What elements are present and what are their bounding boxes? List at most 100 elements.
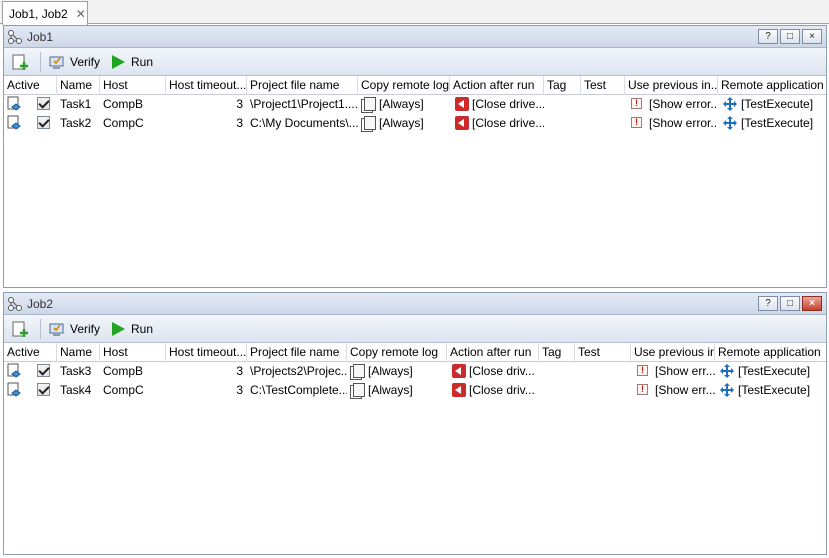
task-timeout: 3 xyxy=(236,116,243,130)
close-button[interactable]: × xyxy=(802,296,822,311)
task-project: C:\TestComplete... xyxy=(250,383,347,397)
task-icon xyxy=(7,115,23,131)
col-tag[interactable]: Tag xyxy=(544,76,581,95)
col-use-previous[interactable]: Use previous in... xyxy=(631,343,715,362)
col-active[interactable]: Active xyxy=(4,76,57,95)
job1-grid: Active Name Host Host timeout... Project… xyxy=(4,76,826,133)
task-action: [Close driv... xyxy=(469,364,535,378)
run-label: Run xyxy=(131,321,154,336)
task-tag xyxy=(544,114,581,133)
grid-header: Active Name Host Host timeout... Project… xyxy=(4,76,826,95)
col-active[interactable]: Active xyxy=(4,343,57,362)
table-row[interactable]: Task3 CompB 3 \Projects2\Projec... [Alwa… xyxy=(4,362,826,381)
tab-label: Job1, Job2 xyxy=(9,6,68,21)
task-name: Task4 xyxy=(60,383,92,397)
job2-grid: Active Name Host Host timeout... Project… xyxy=(4,343,826,400)
col-copy-log[interactable]: Copy remote log xyxy=(358,76,450,95)
run-label: Run xyxy=(131,54,154,69)
log-icon xyxy=(358,114,376,133)
run-button[interactable]: Run xyxy=(108,318,153,340)
verify-icon xyxy=(47,320,67,338)
warning-icon: ! xyxy=(634,362,652,381)
table-row[interactable]: Task4 CompC 3 C:\TestComplete... [Always… xyxy=(4,381,826,400)
task-host: CompB xyxy=(103,97,144,111)
col-action-after-run[interactable]: Action after run xyxy=(447,343,539,362)
add-task-button[interactable] xyxy=(10,318,30,340)
warning-icon: ! xyxy=(628,95,646,114)
warning-icon: ! xyxy=(628,114,646,133)
task-tag xyxy=(539,362,575,381)
active-checkbox[interactable] xyxy=(34,362,56,381)
task-test xyxy=(581,95,625,114)
job1-titlebar: Job1 ? □ × xyxy=(4,26,826,48)
col-tag[interactable]: Tag xyxy=(539,343,575,362)
task-tag xyxy=(539,381,575,400)
close-button[interactable]: × xyxy=(802,29,822,44)
col-host[interactable]: Host xyxy=(100,343,166,362)
warning-icon: ! xyxy=(634,381,652,400)
tab-job1-job2[interactable]: Job1, Job2 ✕ xyxy=(2,1,88,25)
panel-title: Job1 xyxy=(27,29,54,44)
col-copy-log[interactable]: Copy remote log xyxy=(347,343,447,362)
col-name[interactable]: Name xyxy=(57,76,100,95)
task-tag xyxy=(544,95,581,114)
task-action: [Close drive... xyxy=(472,116,544,130)
active-checkbox[interactable] xyxy=(34,114,56,133)
testexecute-icon xyxy=(720,95,740,114)
task-icon-cell xyxy=(4,95,32,114)
job1-toolbar: Verify Run xyxy=(4,48,826,76)
task-action: [Close driv... xyxy=(469,383,535,397)
log-icon xyxy=(358,95,376,114)
col-test[interactable]: Test xyxy=(575,343,631,362)
job1-panel: Job1 ? □ × Verify Run Active Name Host H… xyxy=(3,25,827,288)
task-timeout: 3 xyxy=(236,97,243,111)
col-remote-app[interactable]: Remote application xyxy=(718,76,826,95)
job2-panel: Job2 ? □ × Verify Run Active Name Host H… xyxy=(3,292,827,555)
verify-icon xyxy=(47,53,67,71)
help-button[interactable]: ? xyxy=(758,29,778,44)
active-checkbox[interactable] xyxy=(34,95,56,114)
col-host-timeout[interactable]: Host timeout... xyxy=(166,76,247,95)
table-row[interactable]: Task2 CompC 3 C:\My Documents\... [Alway… xyxy=(4,114,826,133)
restore-button[interactable]: □ xyxy=(780,29,800,44)
col-host[interactable]: Host xyxy=(100,76,166,95)
task-test xyxy=(575,381,631,400)
run-icon xyxy=(108,320,128,338)
col-project-file[interactable]: Project file name xyxy=(247,76,358,95)
task-test xyxy=(575,362,631,381)
task-icon-cell xyxy=(4,114,32,133)
verify-button[interactable]: Verify xyxy=(47,318,100,340)
col-test[interactable]: Test xyxy=(581,76,625,95)
task-project: C:\My Documents\... xyxy=(250,116,358,130)
task-host: CompB xyxy=(103,364,144,378)
add-task-button[interactable] xyxy=(10,51,30,73)
active-checkbox[interactable] xyxy=(34,381,56,400)
col-action-after-run[interactable]: Action after run xyxy=(450,76,544,95)
task-use-previous: [Show err... xyxy=(655,383,715,397)
task-icon xyxy=(7,363,23,379)
verify-button[interactable]: Verify xyxy=(47,51,100,73)
col-remote-app[interactable]: Remote application xyxy=(715,343,826,362)
add-task-icon xyxy=(10,53,30,71)
table-row[interactable]: Task1 CompB 3 \Project1\Project1.... [Al… xyxy=(4,95,826,114)
col-name[interactable]: Name xyxy=(57,343,100,362)
task-host: CompC xyxy=(103,383,144,397)
task-icon xyxy=(7,96,23,112)
col-host-timeout[interactable]: Host timeout... xyxy=(166,343,247,362)
testexecute-icon xyxy=(720,114,740,133)
close-tab-icon[interactable]: ✕ xyxy=(76,7,86,21)
log-icon xyxy=(347,381,365,400)
col-project-file[interactable]: Project file name xyxy=(247,343,347,362)
restore-button[interactable]: □ xyxy=(780,296,800,311)
testexecute-icon xyxy=(717,362,737,381)
col-use-previous[interactable]: Use previous in... xyxy=(625,76,718,95)
task-timeout: 3 xyxy=(236,364,243,378)
task-project: \Project1\Project1.... xyxy=(250,97,358,111)
panel-title: Job2 xyxy=(27,296,54,311)
run-button[interactable]: Run xyxy=(108,51,153,73)
help-button[interactable]: ? xyxy=(758,296,778,311)
run-icon xyxy=(108,53,128,71)
task-log: [Always] xyxy=(379,116,424,130)
task-name: Task2 xyxy=(60,116,92,130)
add-task-icon xyxy=(10,320,30,338)
